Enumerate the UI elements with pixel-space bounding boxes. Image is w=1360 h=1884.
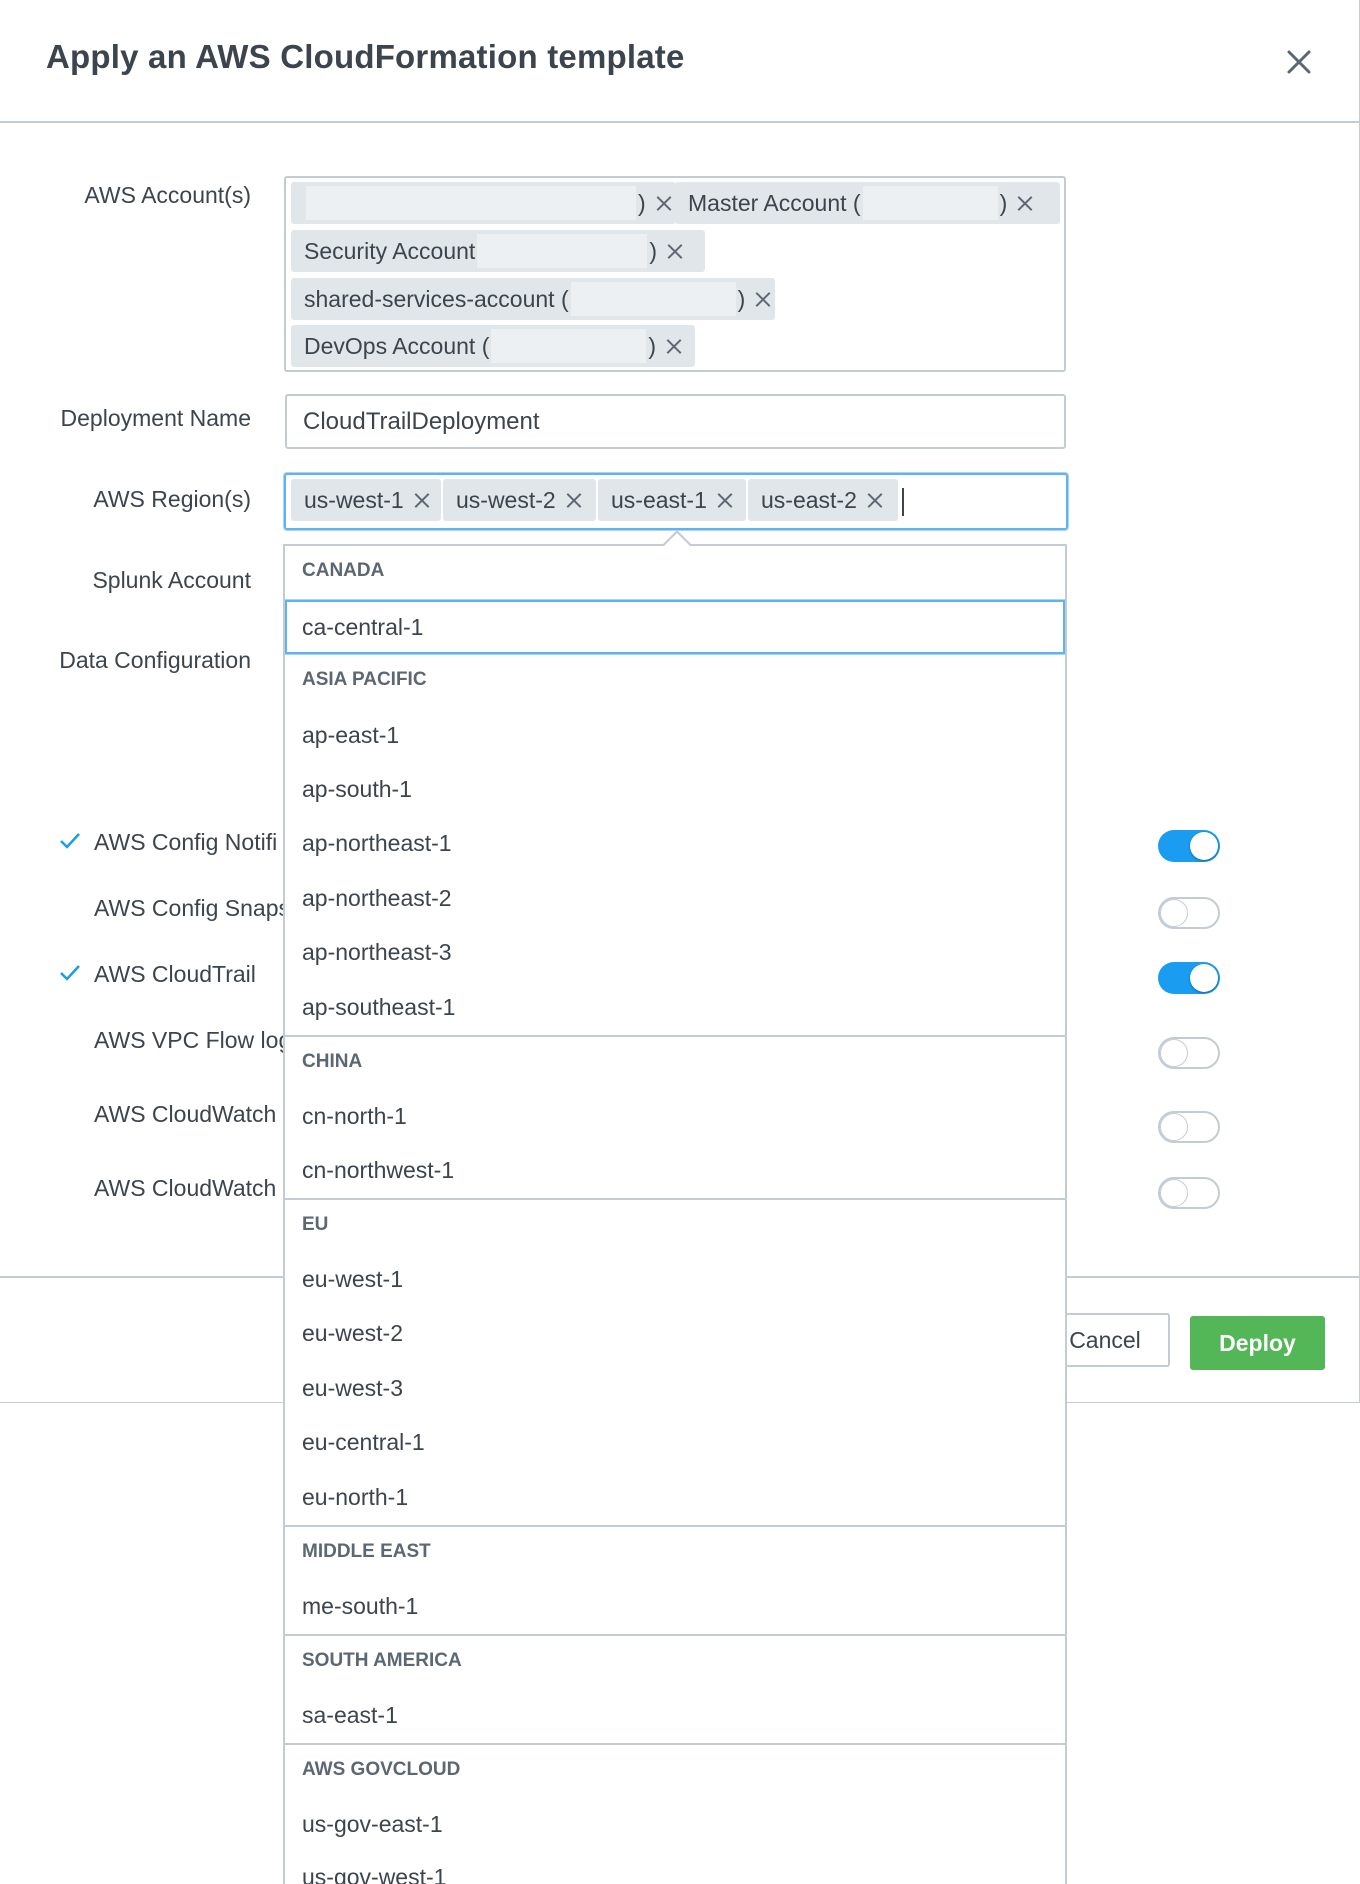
group-header-south-america: SOUTH AMERICA [285, 1634, 1065, 1684]
region-option[interactable]: eu-west-3 [285, 1361, 1065, 1415]
region-pill-label: us-east-2 [761, 486, 857, 513]
accounts-multiselect[interactable]: ) Master Account () Security Account) sh… [284, 176, 1066, 372]
remove-icon[interactable] [656, 195, 672, 211]
data-source-toggle[interactable] [1158, 1111, 1220, 1143]
region-dropdown-menu: CANADA ca-central-1 ASIA PACIFIC ap-east… [283, 544, 1067, 1884]
region-pill: us-east-2 [748, 479, 898, 521]
toggle-knob [1190, 832, 1218, 860]
region-option[interactable]: me-south-1 [285, 1579, 1065, 1633]
region-option[interactable]: eu-central-1 [285, 1415, 1065, 1469]
check-icon [60, 965, 80, 981]
account-pill-suffix: ) [999, 189, 1008, 216]
account-pill: Security Account) [291, 230, 705, 272]
group-header-asia-pacific: ASIA PACIFIC [302, 669, 427, 690]
data-source-toggle[interactable] [1158, 897, 1220, 929]
region-option[interactable]: cn-northwest-1 [285, 1143, 1065, 1197]
data-source-label: AWS CloudWatch [94, 1101, 277, 1127]
remove-icon[interactable] [666, 338, 682, 354]
account-pill: shared-services-account () [291, 278, 775, 320]
data-source-toggle[interactable] [1158, 1177, 1220, 1209]
data-source-toggle[interactable] [1158, 830, 1220, 862]
check-icon [60, 833, 80, 849]
data-source-label: AWS CloudWatch [94, 1175, 277, 1201]
remove-icon[interactable] [667, 243, 683, 259]
data-source-label: AWS VPC Flow log [94, 1027, 292, 1053]
region-option[interactable]: ap-east-1 [285, 708, 1065, 762]
region-pill-label: us-east-1 [611, 486, 707, 513]
toggle-knob [1160, 1113, 1188, 1141]
account-pill-label: Master Account ( [688, 189, 861, 216]
text-caret [902, 488, 904, 516]
modal-header: Apply an AWS CloudFormation template [0, 0, 1359, 123]
region-option[interactable]: us-gov-west-1 [285, 1850, 1065, 1884]
region-option[interactable]: us-gov-east-1 [285, 1797, 1065, 1851]
group-header-eu: EU [285, 1198, 1065, 1248]
data-source-label: AWS Config Notifi [94, 829, 278, 855]
region-option[interactable]: eu-west-2 [285, 1306, 1065, 1360]
region-option[interactable]: eu-north-1 [285, 1470, 1065, 1524]
regions-multiselect[interactable]: us-west-1 us-west-2 us-east-1 us-east-2 [284, 473, 1068, 530]
redacted-block [570, 282, 736, 316]
region-option[interactable]: eu-west-1 [285, 1252, 1065, 1306]
account-pill-suffix: ) [638, 189, 646, 216]
region-option[interactable]: sa-east-1 [285, 1688, 1065, 1742]
toggle-knob [1160, 1179, 1188, 1207]
toggle-knob [1160, 1039, 1188, 1067]
account-pill-suffix: ) [649, 237, 657, 264]
account-pill-suffix: ) [648, 332, 657, 359]
remove-icon[interactable] [717, 492, 733, 508]
dropdown-arrow-fill [664, 533, 690, 546]
region-option[interactable]: ap-northeast-1 [285, 816, 1065, 870]
group-header-china: CHINA [285, 1035, 1065, 1085]
deploy-button[interactable]: Deploy [1190, 1316, 1325, 1370]
modal-title: Apply an AWS CloudFormation template [46, 38, 685, 75]
group-header-middle-east: MIDDLE EAST [285, 1525, 1065, 1575]
region-pill: us-east-1 [598, 479, 746, 521]
account-pill-label: Security Account [304, 237, 476, 264]
toggle-knob [1190, 964, 1218, 992]
redacted-block [862, 186, 998, 220]
region-option[interactable]: ap-southeast-1 [285, 980, 1065, 1034]
region-option[interactable]: cn-north-1 [285, 1089, 1065, 1143]
account-pill: Master Account () [675, 182, 1060, 224]
region-option[interactable]: ap-northeast-3 [285, 925, 1065, 979]
toggle-knob [1160, 899, 1188, 927]
region-pill-label: us-west-2 [456, 486, 556, 513]
account-pill: ) [291, 182, 676, 224]
remove-icon[interactable] [414, 492, 430, 508]
region-option[interactable]: ca-central-1 [285, 600, 1065, 654]
data-configuration-label: Data Configuration [59, 647, 251, 673]
remove-icon[interactable] [566, 492, 582, 508]
accounts-label: AWS Account(s) [84, 182, 251, 208]
data-source-label: AWS Config Snaps [94, 895, 291, 921]
group-header-canada: CANADA [302, 560, 385, 581]
redacted-block [477, 234, 648, 268]
account-pill: DevOps Account () [291, 325, 695, 367]
region-option[interactable]: ap-south-1 [285, 762, 1065, 816]
close-icon[interactable] [1281, 44, 1317, 80]
remove-icon[interactable] [755, 291, 771, 307]
region-pill: us-west-2 [443, 479, 596, 521]
deployment-name-label: Deployment Name [60, 405, 251, 431]
region-pill-label: us-west-1 [304, 486, 404, 513]
account-pill-suffix: ) [737, 285, 746, 312]
data-source-label: AWS CloudTrail [94, 961, 256, 987]
data-source-toggle[interactable] [1158, 1037, 1220, 1069]
redacted-block [306, 186, 636, 220]
remove-icon[interactable] [1017, 195, 1033, 211]
region-pill: us-west-1 [291, 479, 441, 521]
region-option[interactable]: ap-northeast-2 [285, 871, 1065, 925]
group-header-aws-govcloud: AWS GOVCLOUD [285, 1743, 1065, 1793]
splunk-account-label: Splunk Account [92, 567, 251, 593]
data-source-toggle[interactable] [1158, 962, 1220, 994]
deployment-name-input[interactable]: CloudTrailDeployment [285, 394, 1066, 449]
remove-icon[interactable] [867, 492, 883, 508]
account-pill-label: shared-services-account ( [304, 285, 569, 312]
redacted-block [491, 329, 647, 363]
account-pill-label: DevOps Account ( [304, 332, 490, 359]
regions-label: AWS Region(s) [93, 486, 251, 512]
